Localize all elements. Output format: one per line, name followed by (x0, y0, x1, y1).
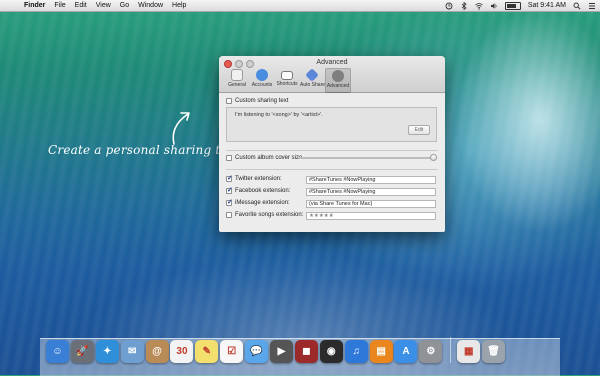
dock-documents-icon[interactable]: ▦ (457, 340, 481, 363)
dock-calendar-icon[interactable]: 30 (170, 340, 194, 363)
dock-contacts-icon[interactable]: @ (145, 340, 169, 363)
spotlight-search-icon[interactable] (573, 2, 581, 10)
status-area: Sat 9:41 AM (438, 0, 596, 11)
dock-messages-icon[interactable]: 💬 (245, 340, 269, 363)
menu-help[interactable]: Help (172, 0, 186, 11)
accounts-icon (256, 69, 268, 81)
battery-icon[interactable] (504, 1, 521, 10)
tab-accounts-label: Accounts (251, 82, 273, 88)
facebook-extension-row[interactable]: Facebook extension: (226, 186, 291, 194)
custom-sharing-text-checkbox[interactable] (226, 98, 232, 104)
facebook-extension-checkbox[interactable] (226, 186, 233, 194)
custom-album-cover-row[interactable]: Custom album cover size (226, 155, 302, 161)
favorite-songs-extension-row[interactable]: Favorite songs extension: (226, 212, 303, 218)
tab-accounts[interactable]: Accounts (250, 68, 274, 91)
dock-trash-icon[interactable]: 🗑 (482, 340, 506, 363)
bluetooth-icon[interactable] (460, 1, 468, 10)
favorite-songs-extension-checkbox[interactable] (226, 212, 232, 218)
dock-ibooks-icon[interactable]: ▤ (369, 340, 393, 363)
imessage-extension-label: iMessage extension: (235, 200, 290, 206)
tab-shortcuts-label: Shortcuts (276, 81, 298, 87)
facebook-extension-label: Facebook extension: (235, 188, 291, 194)
dock-notes-icon[interactable]: ✎ (195, 340, 219, 363)
divider (226, 169, 438, 170)
preferences-window: Advanced General Accounts Shortcuts Auto… (219, 56, 445, 232)
menu-bar: Finder File Edit View Go Window Help Sat… (0, 0, 600, 12)
window-title: Advanced (316, 59, 348, 66)
tab-advanced[interactable]: Advanced (325, 68, 351, 93)
annotation-caption: Create a personal sharing text (48, 143, 240, 157)
preferences-toolbar: General Accounts Shortcuts Auto Share Ad… (225, 68, 352, 93)
tab-general-label: General (228, 82, 246, 88)
custom-album-cover-label: Custom album cover size (235, 155, 303, 161)
wifi-icon[interactable] (475, 2, 483, 10)
dock-separator (450, 337, 452, 363)
custom-sharing-text-row[interactable]: Custom sharing text (226, 98, 288, 104)
tab-shortcuts[interactable]: Shortcuts (275, 68, 299, 91)
dock-icons: ☺ 🚀 ✦ ✉ @30 ✎ ☑ 💬 ▶ ◼ ◉ ♫ ▤ A ⚙ ▦ 🗑 (46, 337, 507, 363)
imessage-extension-field[interactable]: (via Share Tunes for Mac) (306, 200, 436, 208)
dock-iphoto-icon[interactable]: ◉ (319, 340, 343, 363)
tab-general[interactable]: General (225, 68, 249, 91)
dock-mail-icon[interactable]: ✉ (120, 340, 144, 363)
auto-share-icon (305, 68, 319, 82)
menu-view[interactable]: View (96, 0, 111, 11)
facebook-extension-field[interactable]: #ShareTunes #NowPlaying (306, 188, 436, 196)
general-icon (231, 69, 243, 81)
volume-icon[interactable] (490, 2, 498, 10)
advanced-gear-icon (332, 70, 344, 82)
sharing-template-text: I'm listening to '<song>' by '<artist>'. (235, 112, 323, 118)
custom-sharing-text-label: Custom sharing text (235, 98, 289, 104)
menu-window[interactable]: Window (138, 0, 163, 11)
tab-auto-share-label: Auto Share (300, 82, 326, 88)
menu-edit[interactable]: Edit (75, 0, 87, 11)
twitter-extension-checkbox[interactable] (226, 174, 233, 182)
menu-file[interactable]: File (54, 0, 65, 11)
sharing-text-box: I'm listening to '<song>' by '<artist>'.… (226, 107, 437, 142)
window-titlebar[interactable]: Advanced General Accounts Shortcuts Auto… (219, 56, 445, 93)
favorite-songs-extension-field[interactable]: ★★★★★ (306, 212, 436, 220)
shortcuts-icon (281, 71, 293, 80)
menu-go[interactable]: Go (120, 0, 129, 11)
favorite-songs-extension-label: Favorite songs extension: (235, 212, 304, 218)
dock-safari-icon[interactable]: ✦ (95, 340, 119, 363)
dock-finder-icon[interactable]: ☺ (46, 340, 69, 363)
dock-photo-booth-icon[interactable]: ◼ (294, 340, 318, 363)
twitter-extension-label: Twitter extension: (235, 176, 282, 182)
timemachine-icon[interactable] (445, 2, 453, 10)
divider (226, 150, 438, 151)
dock-reminders-icon[interactable]: ☑ (220, 340, 244, 363)
dock-app-store-icon[interactable]: A (394, 340, 418, 363)
twitter-extension-field[interactable]: #ShareTunes #NowPlaying (306, 176, 436, 184)
menu-clock[interactable]: Sat 9:41 AM (528, 0, 566, 11)
dock-launchpad-icon[interactable]: 🚀 (70, 340, 94, 363)
menu-app-finder[interactable]: Finder (24, 0, 45, 11)
tab-advanced-label: Advanced (326, 83, 350, 89)
imessage-extension-checkbox[interactable] (226, 198, 233, 206)
tab-auto-share[interactable]: Auto Share (300, 68, 326, 91)
slider-knob[interactable] (430, 154, 437, 161)
curved-arrow-icon (172, 112, 190, 145)
album-cover-size-slider[interactable] (299, 154, 437, 161)
dock-system-preferences-icon[interactable]: ⚙ (419, 340, 443, 363)
imessage-extension-row[interactable]: iMessage extension: (226, 198, 290, 206)
notification-center-icon[interactable] (588, 2, 596, 10)
twitter-extension-row[interactable]: Twitter extension: (226, 174, 282, 182)
custom-album-cover-checkbox[interactable] (226, 155, 232, 161)
edit-button[interactable]: Edit (408, 125, 430, 135)
dock-itunes-icon[interactable]: ♫ (344, 340, 368, 363)
dock-facetime-icon[interactable]: ▶ (270, 340, 294, 363)
